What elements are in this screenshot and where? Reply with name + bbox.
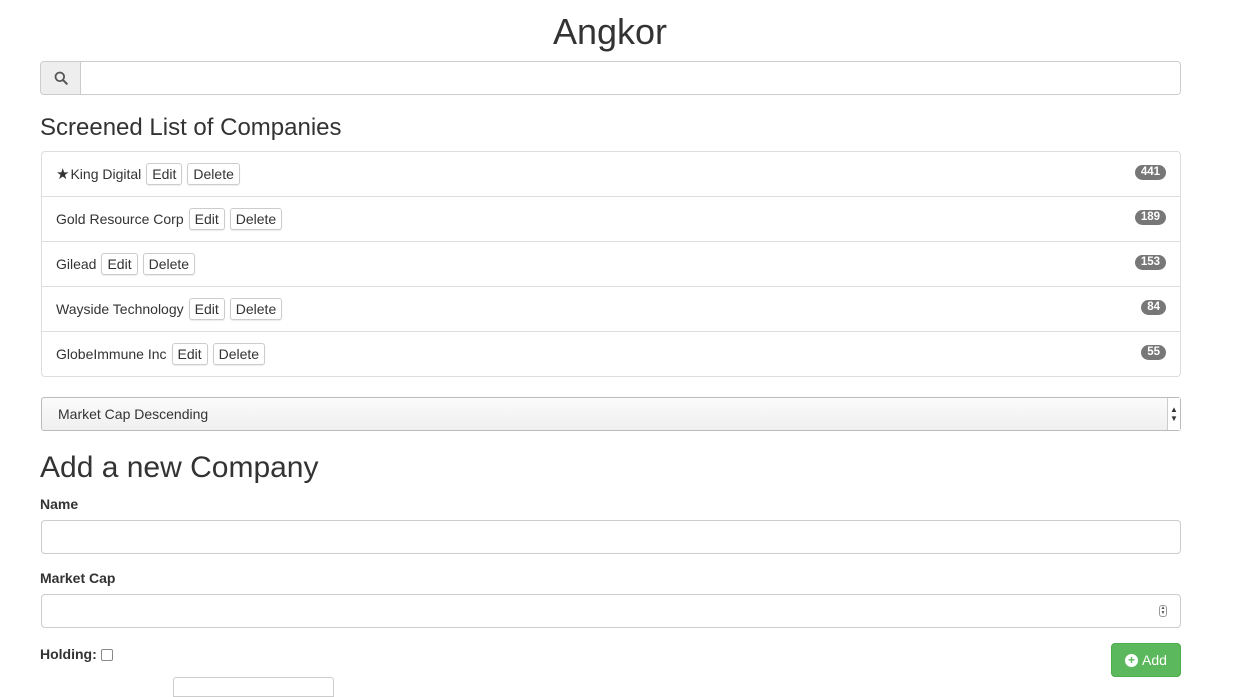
add-button-label: Add — [1142, 652, 1167, 668]
list-item[interactable]: Gold Resource Corp Edit Delete 189 — [42, 197, 1180, 242]
delete-button[interactable]: Delete — [212, 343, 266, 365]
add-company-heading: Add a new Company — [40, 451, 319, 484]
search-bar — [40, 61, 1181, 95]
edit-button[interactable]: Edit — [146, 163, 183, 185]
company-name: Gold Resource Corp — [56, 211, 184, 227]
count-badge: 189 — [1134, 210, 1166, 225]
company-name: King Digital — [70, 166, 142, 182]
spinner-icon[interactable]: ▲ ▼ — [1159, 605, 1167, 617]
add-button[interactable]: + Add — [1111, 643, 1181, 677]
count-badge: 55 — [1141, 345, 1166, 360]
extra-input[interactable] — [173, 677, 334, 697]
list-item[interactable]: GlobeImmune Inc Edit Delete 55 — [42, 332, 1180, 376]
sort-select[interactable]: Market Cap Descending ▲ ▼ — [41, 397, 1181, 431]
list-item[interactable]: Wayside Technology Edit Delete 84 — [42, 287, 1180, 332]
holding-checkbox[interactable] — [101, 649, 113, 661]
edit-button[interactable]: Edit — [188, 298, 225, 320]
delete-button[interactable]: Delete — [229, 298, 283, 320]
company-name: GlobeImmune Inc — [56, 346, 167, 362]
edit-button[interactable]: Edit — [188, 208, 225, 230]
count-badge: 153 — [1134, 255, 1166, 270]
star-icon: ★ — [56, 166, 70, 183]
name-input[interactable] — [41, 520, 1181, 554]
delete-button[interactable]: Delete — [142, 253, 196, 275]
company-name: Wayside Technology — [56, 301, 184, 317]
page-title: Angkor — [552, 11, 668, 52]
market-cap-label: Market Cap — [40, 570, 116, 586]
market-cap-input[interactable]: ▲ ▼ — [41, 594, 1181, 628]
delete-button[interactable]: Delete — [229, 208, 283, 230]
search-input[interactable] — [81, 62, 1180, 94]
search-icon — [41, 62, 81, 94]
delete-button[interactable]: Delete — [187, 163, 240, 185]
name-label: Name — [40, 496, 79, 512]
holding-label: Holding: — [40, 646, 97, 662]
count-badge: 441 — [1134, 165, 1166, 180]
plus-circle-icon: + — [1125, 653, 1139, 667]
sort-selected-value: Market Cap Descending — [58, 406, 209, 422]
company-name: Gilead — [56, 256, 97, 272]
edit-button[interactable]: Edit — [171, 343, 208, 365]
company-list: ★ King Digital Edit Delete 441 Gold Reso… — [41, 151, 1181, 377]
chevron-down-icon[interactable]: ▲ ▼ — [1167, 398, 1180, 430]
count-badge: 84 — [1141, 300, 1166, 315]
list-item[interactable]: Gilead Edit Delete 153 — [42, 242, 1180, 287]
list-item[interactable]: ★ King Digital Edit Delete 441 — [42, 152, 1180, 197]
edit-button[interactable]: Edit — [101, 253, 138, 275]
list-heading: Screened List of Companies — [40, 114, 342, 141]
